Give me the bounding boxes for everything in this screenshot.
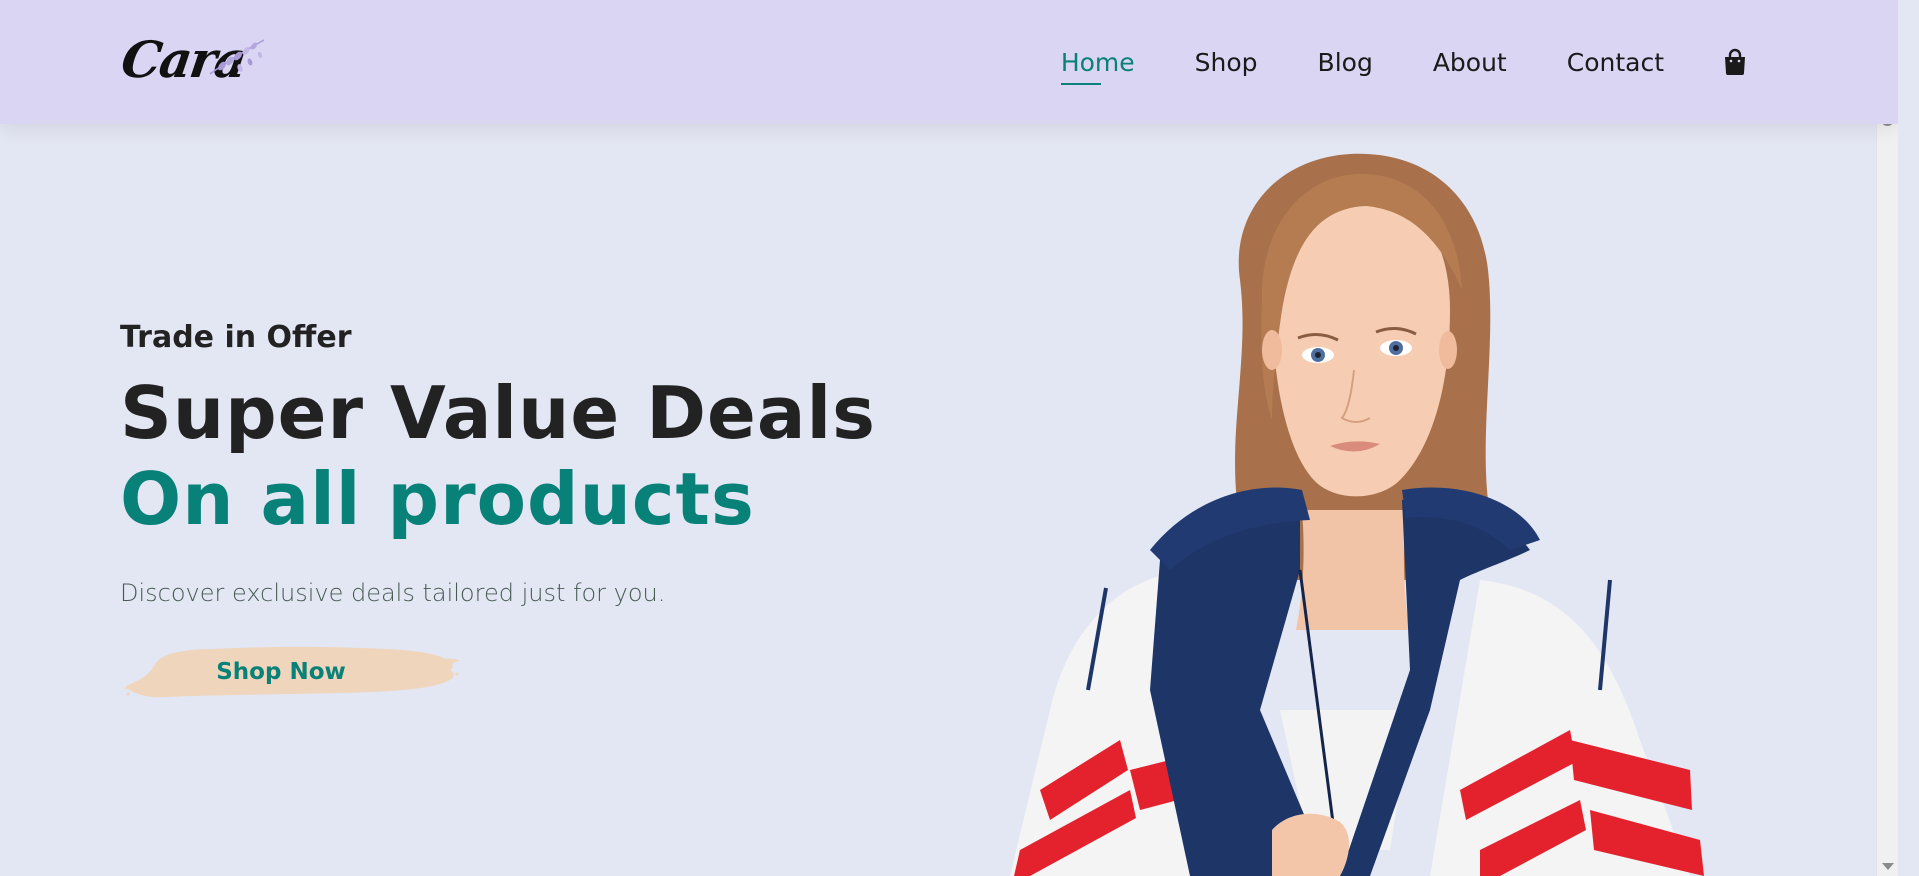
nav-link-home[interactable]: Home xyxy=(1060,48,1135,85)
site-header: Cara Home Shop Blog About Contact xyxy=(0,0,1898,124)
hero-description: Discover exclusive deals tailored just f… xyxy=(120,579,666,607)
vertical-scrollbar[interactable] xyxy=(1876,0,1898,876)
hero-model-image xyxy=(1010,153,1704,876)
nav-link-about[interactable]: About xyxy=(1433,48,1507,77)
shopping-bag-icon[interactable] xyxy=(1722,48,1748,76)
nav-link-shop[interactable]: Shop xyxy=(1195,48,1258,77)
main-navigation: Home Shop Blog About Contact xyxy=(1001,0,1748,124)
page-viewport: Cara Home Shop Blog About Contact Trade … xyxy=(0,0,1898,876)
shop-now-button[interactable]: Shop Now xyxy=(120,636,460,708)
lavender-sprig-icon xyxy=(209,39,265,75)
nav-link-contact[interactable]: Contact xyxy=(1567,48,1664,77)
hero-title: Super Value Deals xyxy=(120,371,876,455)
nav-link-blog[interactable]: Blog xyxy=(1318,48,1373,77)
hero-kicker: Trade in Offer xyxy=(120,320,352,355)
hero-section: Trade in Offer Super Value Deals On all … xyxy=(120,320,876,708)
brand-logo[interactable]: Cara xyxy=(118,28,272,90)
scroll-down-arrow-icon[interactable] xyxy=(1882,863,1894,870)
hero-accent-title: On all products xyxy=(120,457,755,541)
shop-now-label: Shop Now xyxy=(216,659,346,685)
